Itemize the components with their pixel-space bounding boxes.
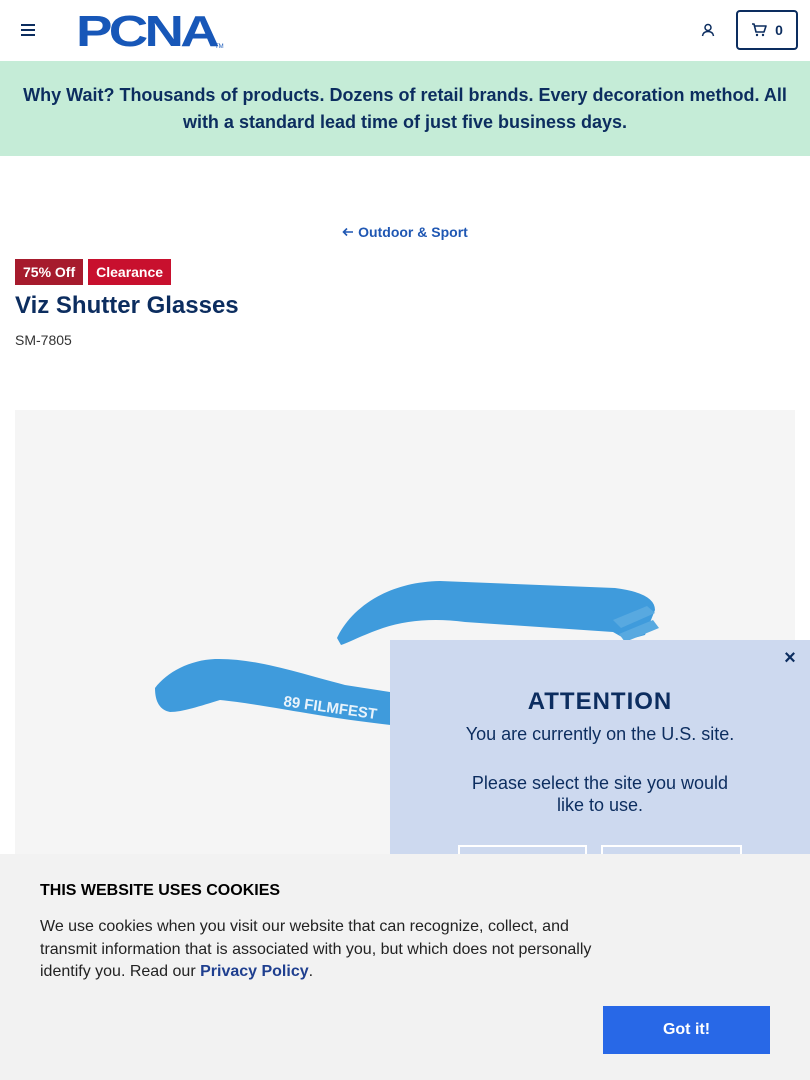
accept-cookies-button[interactable]: Got it! (603, 1006, 770, 1054)
product-sku: SM-7805 (15, 332, 72, 348)
cart-button[interactable]: 0 (736, 10, 798, 50)
promo-banner: Why Wait? Thousands of products. Dozens … (0, 61, 810, 156)
cookie-title: THIS WEBSITE USES COOKIES (40, 882, 281, 899)
discount-badge: 75% Off (15, 259, 84, 285)
back-to-category-link[interactable]: Outdoor & Sport (0, 224, 810, 240)
product-badges: 75% Off Clearance (15, 259, 172, 285)
hamburger-menu-icon[interactable] (16, 18, 40, 42)
privacy-policy-link[interactable]: Privacy Policy (200, 963, 309, 980)
modal-title: ATTENTION (527, 688, 673, 715)
site-header: PCNA TM 0 (0, 0, 810, 61)
promo-text: Why Wait? Thousands of products. Dozens … (23, 84, 787, 132)
site-select-modal: × ATTENTION You are currently on the U.S… (390, 640, 810, 875)
modal-instruction-text: Please select the site you would like to… (471, 773, 729, 815)
cart-count: 0 (775, 22, 783, 38)
cookie-text: We use cookies when you visit our websit… (40, 918, 592, 980)
cart-icon (752, 23, 767, 37)
account-icon[interactable] (696, 18, 720, 42)
logo-text: PCNA (76, 10, 219, 52)
pcna-logo[interactable]: PCNA TM (76, 7, 226, 56)
back-link-label: Outdoor & Sport (358, 224, 468, 240)
cookie-text-end: . (308, 963, 314, 980)
cookie-message: We use cookies when you visit our websit… (40, 916, 610, 984)
arrow-left-icon (342, 224, 354, 240)
cookie-banner: THIS WEBSITE USES COOKIES We use cookies… (0, 854, 810, 1080)
clearance-badge: Clearance (88, 259, 172, 285)
close-icon[interactable]: × (780, 648, 800, 668)
product-title: Viz Shutter Glasses (15, 292, 239, 319)
modal-current-site-text: You are currently on the U.S. site. (465, 724, 735, 744)
svg-text:TM: TM (215, 44, 224, 50)
